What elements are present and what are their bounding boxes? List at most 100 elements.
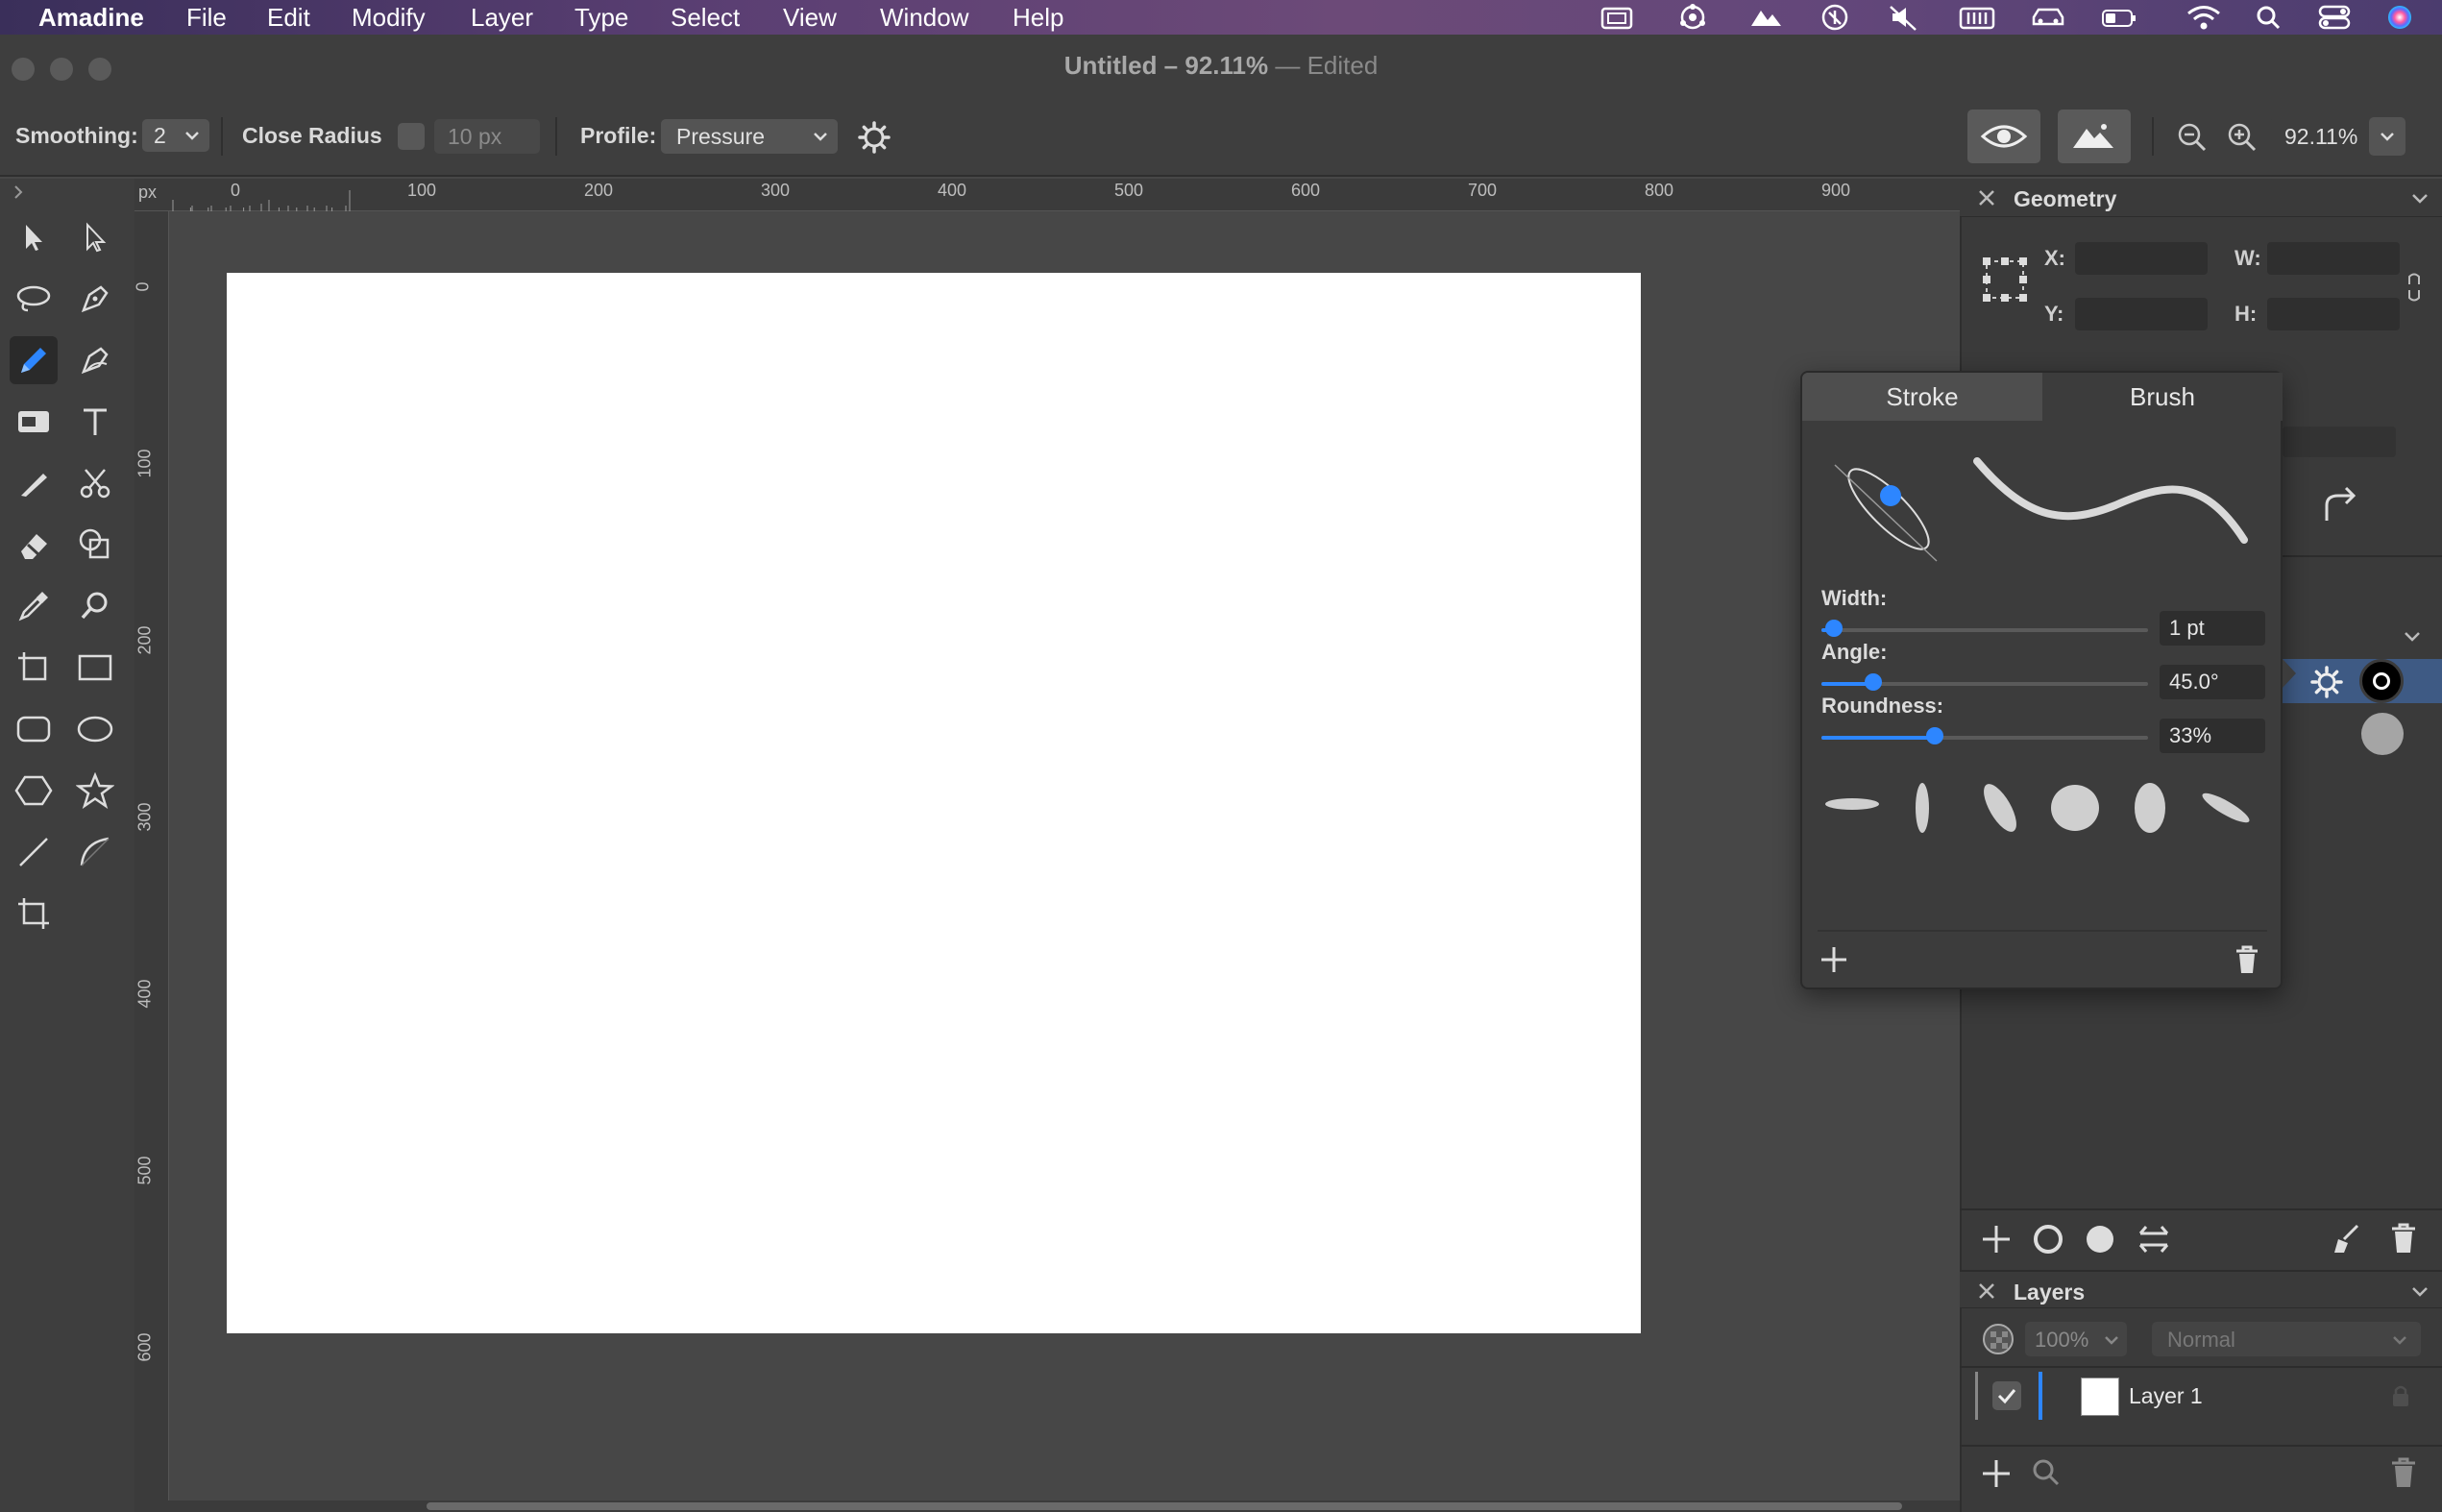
close-panel-icon[interactable] [1977,1281,1996,1301]
selection-tool-arrow-icon[interactable] [10,213,58,261]
cloud-sync-icon[interactable] [1746,3,1785,32]
artboard-tool-icon[interactable] [10,644,58,692]
shape-builder-tool-icon[interactable] [71,521,119,569]
width-field[interactable] [2267,242,2400,275]
memory-icon[interactable] [1958,3,1996,32]
menu-edit[interactable]: Edit [267,0,310,35]
control-center-icon[interactable] [2315,3,2354,32]
knife-tool-icon[interactable] [10,459,58,507]
zoom-out-icon[interactable] [2175,121,2210,154]
add-layer-icon[interactable] [1979,1456,2014,1491]
artboard[interactable] [227,273,1641,1333]
trash-icon[interactable] [2386,1220,2421,1256]
scrollbar-thumb[interactable] [427,1502,1902,1510]
tab-stroke[interactable]: Stroke [1802,373,2042,421]
constrain-proportions-icon[interactable] [2405,271,2423,304]
accessibility-icon[interactable] [1816,3,1854,32]
fill-color-swatch[interactable] [2361,713,2404,755]
brush-preset-flat-vertical[interactable] [1898,780,1946,836]
layer-visibility-checkbox[interactable] [1992,1381,2021,1410]
reference-point-icon[interactable] [1979,252,2031,307]
pencil-tool-icon[interactable] [10,336,58,384]
car-icon[interactable] [2029,3,2067,32]
brush-preset-angled-left[interactable] [1969,780,2031,836]
horizontal-scrollbar[interactable] [134,1500,1960,1512]
brush-preset-flat-horizontal[interactable] [1821,780,1883,828]
swap-arrows-icon[interactable] [2135,1222,2173,1256]
width-slider-knob[interactable] [1824,620,1843,637]
menu-view[interactable]: View [783,0,837,35]
menu-type[interactable]: Type [574,0,628,35]
y-field[interactable] [2075,298,2208,330]
scissors-tool-icon[interactable] [71,459,119,507]
brush-settings-gear-icon[interactable] [2308,663,2346,701]
brush-preset-round[interactable] [2044,780,2106,836]
eyedropper-tool-icon[interactable] [10,582,58,630]
profile-dropdown[interactable]: Pressure [661,119,838,154]
mute-icon[interactable] [1885,3,1923,32]
polygon-tool-icon[interactable] [10,767,58,815]
menu-modify[interactable]: Modify [352,0,426,35]
close-panel-icon[interactable] [1977,188,1996,207]
add-brush-plus-icon[interactable] [1818,943,1850,976]
image-trace-tool-icon[interactable] [10,398,58,446]
blend-mode-dropdown[interactable]: Normal [2152,1322,2421,1356]
rounded-rectangle-tool-icon[interactable] [10,705,58,753]
screen-mirror-icon[interactable] [1599,3,1637,32]
siri-icon[interactable] [2381,3,2419,32]
menu-window[interactable]: Window [880,0,968,35]
cloud-network-icon[interactable] [1673,3,1712,32]
add-stroke-icon[interactable] [2031,1222,2065,1256]
zoom-in-icon[interactable] [2225,121,2259,154]
delete-layer-trash-icon[interactable] [2386,1454,2421,1491]
chevron-down-icon[interactable] [2404,630,2421,644]
delete-brush-trash-icon[interactable] [2233,943,2261,976]
search-icon[interactable] [2250,3,2288,32]
rectangle-tool-icon[interactable] [71,644,119,692]
add-fill-icon[interactable] [2083,1222,2117,1256]
menu-help[interactable]: Help [1013,0,1063,35]
search-layers-icon[interactable] [2029,1456,2063,1491]
opacity-field[interactable]: 100% [2025,1322,2127,1356]
redo-arrow-icon[interactable] [2315,484,2363,526]
roundness-value-field[interactable]: 33% [2160,719,2265,753]
collapse-tools-chevron-icon[interactable] [10,183,29,202]
star-tool-icon[interactable] [71,767,119,815]
line-tool-icon[interactable] [10,828,58,876]
broom-clear-icon[interactable] [2327,1222,2361,1256]
arc-tool-icon[interactable] [71,828,119,876]
lasso-tool-icon[interactable] [10,275,58,323]
text-tool-icon[interactable] [71,398,119,446]
add-icon[interactable] [1979,1222,2014,1256]
pen-tool-icon[interactable] [71,275,119,323]
chevron-down-icon[interactable] [2411,192,2429,206]
menu-layer[interactable]: Layer [471,0,533,35]
stroke-color-swatch[interactable] [2359,659,2404,703]
smoothing-dropdown[interactable]: 2 [142,119,209,152]
direct-selection-tool-icon[interactable] [71,213,119,261]
ellipse-tool-icon[interactable] [71,705,119,753]
eraser-tool-icon[interactable] [10,521,58,569]
pressure-settings-gear-icon[interactable] [855,119,893,156]
angle-slider-knob[interactable] [1864,673,1882,691]
close-radius-checkbox[interactable] [398,123,425,150]
lock-icon[interactable] [2390,1383,2411,1408]
x-field[interactable] [2075,242,2208,275]
width-value-field[interactable]: 1 pt [2160,611,2265,646]
layer-row[interactable]: Layer 1 [1960,1366,2442,1427]
chevron-down-icon[interactable] [2411,1285,2429,1299]
crop-tool-icon[interactable] [10,890,58,938]
layer-name[interactable]: Layer 1 [2129,1383,2203,1409]
width-slider[interactable] [1821,628,2148,632]
tab-brush[interactable]: Brush [2042,373,2283,421]
curvature-pen-tool-icon[interactable] [71,336,119,384]
menu-file[interactable]: File [186,0,227,35]
zoom-tool-magnifier-icon[interactable] [71,582,119,630]
menu-app-name[interactable]: Amadine [38,0,144,35]
stroke-field[interactable] [2283,427,2396,457]
preview-mode-button[interactable] [1967,110,2040,163]
zoom-dropdown-button[interactable] [2369,117,2405,156]
battery-icon[interactable] [2100,3,2138,32]
brush-preset-oval-vertical[interactable] [2119,780,2181,836]
close-radius-input[interactable]: 10 px [434,119,540,154]
